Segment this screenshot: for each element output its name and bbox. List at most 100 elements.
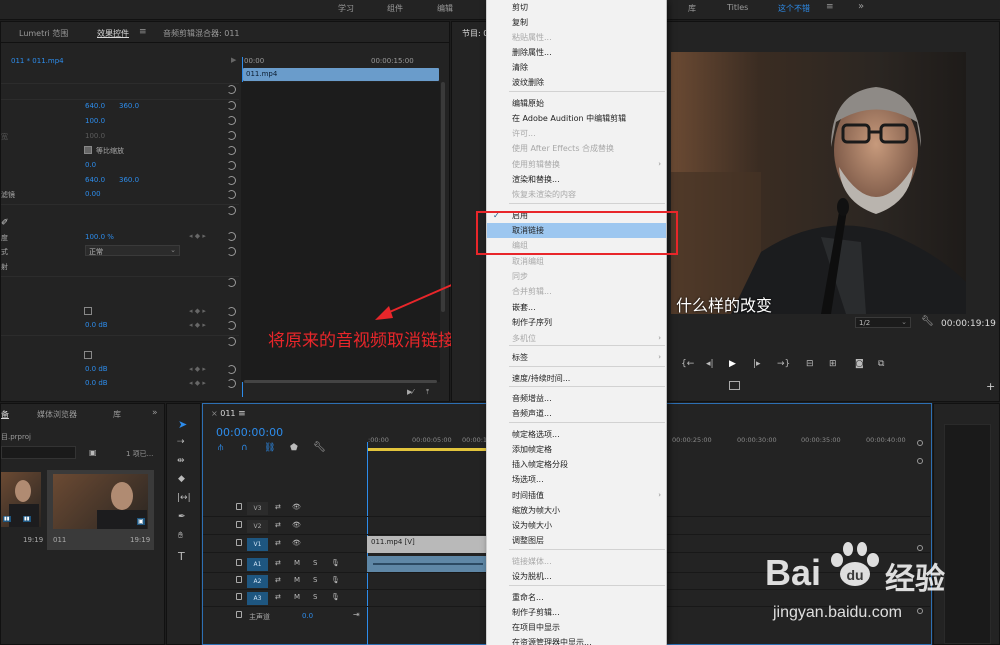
menu-item[interactable]: 在项目中显示: [487, 620, 666, 635]
menu-item[interactable]: 删除属性...: [487, 45, 666, 60]
tab-media-browser[interactable]: 媒体浏览器: [37, 409, 77, 420]
lock-icon[interactable]: [236, 559, 242, 566]
lock-icon[interactable]: [236, 539, 242, 546]
menu-item[interactable]: 在 Adobe Audition 中编辑剪辑: [487, 111, 666, 126]
uniform-scale-checkbox[interactable]: [84, 146, 92, 154]
mute-button[interactable]: M: [294, 593, 300, 601]
tab-project[interactable]: 备: [1, 409, 9, 420]
reset-icon[interactable]: [227, 278, 236, 287]
workspace-edit[interactable]: 编辑: [437, 3, 453, 14]
eye-icon[interactable]: 👁︎: [292, 521, 301, 529]
keyframe-nav-icon[interactable]: ◂ ◆ ▸: [189, 379, 206, 387]
panel-menu-icon[interactable]: ≡: [139, 27, 147, 37]
menu-item[interactable]: 添加帧定格: [487, 442, 666, 457]
program-tab[interactable]: 节目: 0: [462, 28, 488, 39]
scroll-handle[interactable]: [917, 458, 923, 464]
menu-item[interactable]: 编辑原始: [487, 96, 666, 111]
bypass-checkbox-2[interactable]: [84, 351, 92, 359]
position-x[interactable]: 640.0: [85, 102, 105, 110]
solo-button[interactable]: S: [313, 593, 317, 601]
scale-value[interactable]: 100.0: [85, 117, 105, 125]
insert-sequence-icon[interactable]: ⫛: [218, 443, 223, 453]
volume-level[interactable]: 0.0 dB: [85, 321, 108, 329]
hand-tool-icon[interactable]: ✋︎: [178, 531, 183, 541]
opacity-value[interactable]: 100.0 %: [85, 233, 114, 241]
menu-item[interactable]: 复制: [487, 15, 666, 30]
play-icon[interactable]: ▶: [231, 56, 236, 64]
keyframe-nav-icon[interactable]: ◂ ◆ ▸: [189, 321, 206, 329]
toggle-sync-icon[interactable]: ⇄: [275, 576, 281, 584]
zoom-select[interactable]: 1/2 ⌄: [855, 317, 911, 328]
mic-icon[interactable]: 🎙︎: [331, 593, 340, 601]
slip-tool-icon[interactable]: |↔|: [177, 493, 191, 503]
more-workspaces-icon[interactable]: »: [858, 1, 864, 12]
mark-out-icon[interactable]: →}: [777, 359, 790, 369]
reset-icon[interactable]: [227, 116, 236, 125]
scroll-handle-top[interactable]: [917, 440, 923, 446]
reset-icon[interactable]: [227, 232, 236, 241]
workspace-custom[interactable]: 这个不错: [778, 3, 810, 14]
workspace-menu-icon[interactable]: ≡: [826, 2, 834, 12]
menu-item[interactable]: 缩放为帧大小: [487, 503, 666, 518]
anchor-x[interactable]: 640.0: [85, 176, 105, 184]
linked-selection-icon[interactable]: ⛓︎: [264, 443, 275, 453]
menu-item[interactable]: 插入帧定格分段: [487, 457, 666, 472]
mic-icon[interactable]: 🎙︎: [331, 559, 340, 567]
anchor-y[interactable]: 360.0: [119, 176, 139, 184]
workspace-titles[interactable]: Titles: [727, 3, 748, 12]
toggle-sync-icon[interactable]: ⇄: [275, 539, 281, 547]
project-search-input[interactable]: [1, 446, 76, 459]
blend-mode-select[interactable]: 正常 ⌄: [85, 245, 180, 256]
track-label[interactable]: A3: [247, 592, 268, 605]
reset-icon[interactable]: [227, 365, 236, 374]
menu-item[interactable]: 时间插值 ›: [487, 488, 666, 503]
track-label[interactable]: A2: [247, 575, 268, 588]
reset-icon[interactable]: [227, 131, 236, 140]
menu-item[interactable]: 制作子序列: [487, 315, 666, 330]
lock-icon[interactable]: [236, 611, 242, 618]
ec-clip-bar[interactable]: 011.mp4: [243, 68, 439, 81]
tab-lumetri-scopes[interactable]: Lumetri 范围: [19, 28, 68, 39]
lock-icon[interactable]: [236, 503, 242, 510]
solo-button[interactable]: S: [313, 576, 317, 584]
toggle-sync-icon[interactable]: ⇄: [275, 593, 281, 601]
reset-icon[interactable]: [227, 379, 236, 388]
volume-right[interactable]: 0.0 dB: [85, 379, 108, 387]
menu-item[interactable]: 设为脱机...: [487, 569, 666, 584]
keyframe-nav-icon[interactable]: ◂ ◆ ▸: [189, 307, 206, 315]
selection-tool-icon[interactable]: ➤: [178, 418, 187, 431]
track-label[interactable]: A1: [247, 558, 268, 571]
tab-libraries[interactable]: 库: [113, 409, 121, 420]
menu-item[interactable]: 调整图层: [487, 533, 666, 548]
step-back-icon[interactable]: ◂|: [706, 359, 714, 369]
reset-icon[interactable]: [227, 190, 236, 199]
eye-icon[interactable]: 👁︎: [292, 503, 301, 511]
mute-button[interactable]: M: [294, 559, 300, 567]
menu-item[interactable]: 重命名...: [487, 590, 666, 605]
panel-overflow-icon[interactable]: »: [152, 408, 158, 418]
reset-icon[interactable]: [227, 161, 236, 170]
type-tool-icon[interactable]: T: [178, 550, 185, 563]
razor-tool-icon[interactable]: ◆: [178, 474, 185, 484]
menu-item[interactable]: 在资源管理器中显示...: [487, 635, 666, 645]
position-y[interactable]: 360.0: [119, 102, 139, 110]
project-item-1[interactable]: ▮▮ ▮▮ 19:19: [1, 470, 43, 550]
antiflicker-value[interactable]: 0.00: [85, 190, 101, 198]
export-icon[interactable]: ⤒: [426, 388, 429, 397]
camera-icon[interactable]: ◙: [855, 359, 864, 369]
menu-item[interactable]: 标签 ›: [487, 350, 666, 365]
solo-button[interactable]: S: [313, 559, 317, 567]
reset-icon[interactable]: [227, 206, 236, 215]
track-label[interactable]: V2: [247, 520, 268, 533]
master-value[interactable]: 0.0: [302, 612, 313, 620]
mark-in-icon[interactable]: {←: [681, 359, 694, 369]
track-select-tool-icon[interactable]: ⇢: [177, 437, 185, 447]
play-button[interactable]: ▶: [729, 359, 736, 369]
track-label[interactable]: V3: [247, 502, 268, 515]
workspace-libraries[interactable]: 库: [688, 3, 696, 14]
pen-tool-icon[interactable]: ✒: [178, 512, 186, 522]
tab-audio-clip-mixer[interactable]: 音频剪辑混合器: 011: [163, 28, 240, 39]
lift-icon[interactable]: ⊟: [806, 359, 814, 369]
workspace-assembly[interactable]: 组件: [387, 3, 403, 14]
timeline-timecode[interactable]: 00:00:00:00: [216, 426, 283, 439]
